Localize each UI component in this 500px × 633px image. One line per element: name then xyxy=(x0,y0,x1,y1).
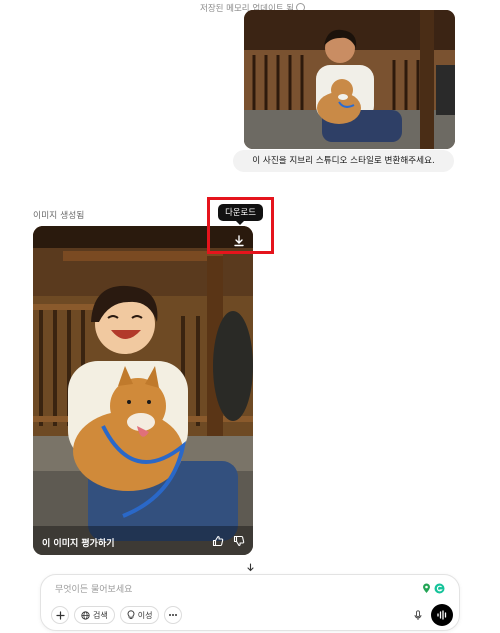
thumbs-up-icon xyxy=(212,535,224,547)
composer-toolbar: 검색 이성 xyxy=(51,606,183,624)
prompt-input[interactable] xyxy=(55,582,385,598)
more-icon xyxy=(169,614,178,616)
reason-button[interactable]: 이성 xyxy=(119,606,160,624)
generated-illustration xyxy=(33,226,253,555)
scroll-to-bottom-button[interactable] xyxy=(243,560,257,574)
thumbs-down-button[interactable] xyxy=(232,534,246,548)
reason-button-label: 이성 xyxy=(137,610,153,620)
search-button[interactable]: 검색 xyxy=(74,606,115,624)
grammar-extension-icon[interactable] xyxy=(434,583,445,594)
message-composer: 검색 이성 xyxy=(40,574,460,631)
search-button-label: 검색 xyxy=(93,610,108,620)
add-attachment-button[interactable] xyxy=(51,606,69,624)
dictate-button[interactable] xyxy=(411,608,425,622)
red-highlight-box xyxy=(207,197,274,254)
lightbulb-icon xyxy=(127,610,135,620)
user-uploaded-photo[interactable] xyxy=(244,10,455,149)
arrow-down-icon xyxy=(246,562,254,571)
thumbs-up-button[interactable] xyxy=(211,534,225,548)
photo-illustration xyxy=(244,10,455,149)
voice-mode-icon xyxy=(437,610,447,620)
user-message-bubble: 이 사진을 지브리 스튜디오 스타일로 변환해주세요. xyxy=(233,150,454,172)
extension-icons xyxy=(422,583,445,594)
extension-icon[interactable] xyxy=(422,583,431,594)
voice-mode-button[interactable] xyxy=(431,604,453,626)
plus-icon xyxy=(55,610,65,620)
generated-image[interactable] xyxy=(33,226,253,555)
thumbs-down-icon xyxy=(233,535,245,547)
mic-icon xyxy=(414,609,422,620)
globe-icon xyxy=(81,610,90,620)
more-tools-button[interactable] xyxy=(164,606,183,624)
rate-image-label: 이 이미지 평가하기 xyxy=(42,539,115,549)
image-generated-label: 이미지 생성됨 xyxy=(33,211,85,221)
